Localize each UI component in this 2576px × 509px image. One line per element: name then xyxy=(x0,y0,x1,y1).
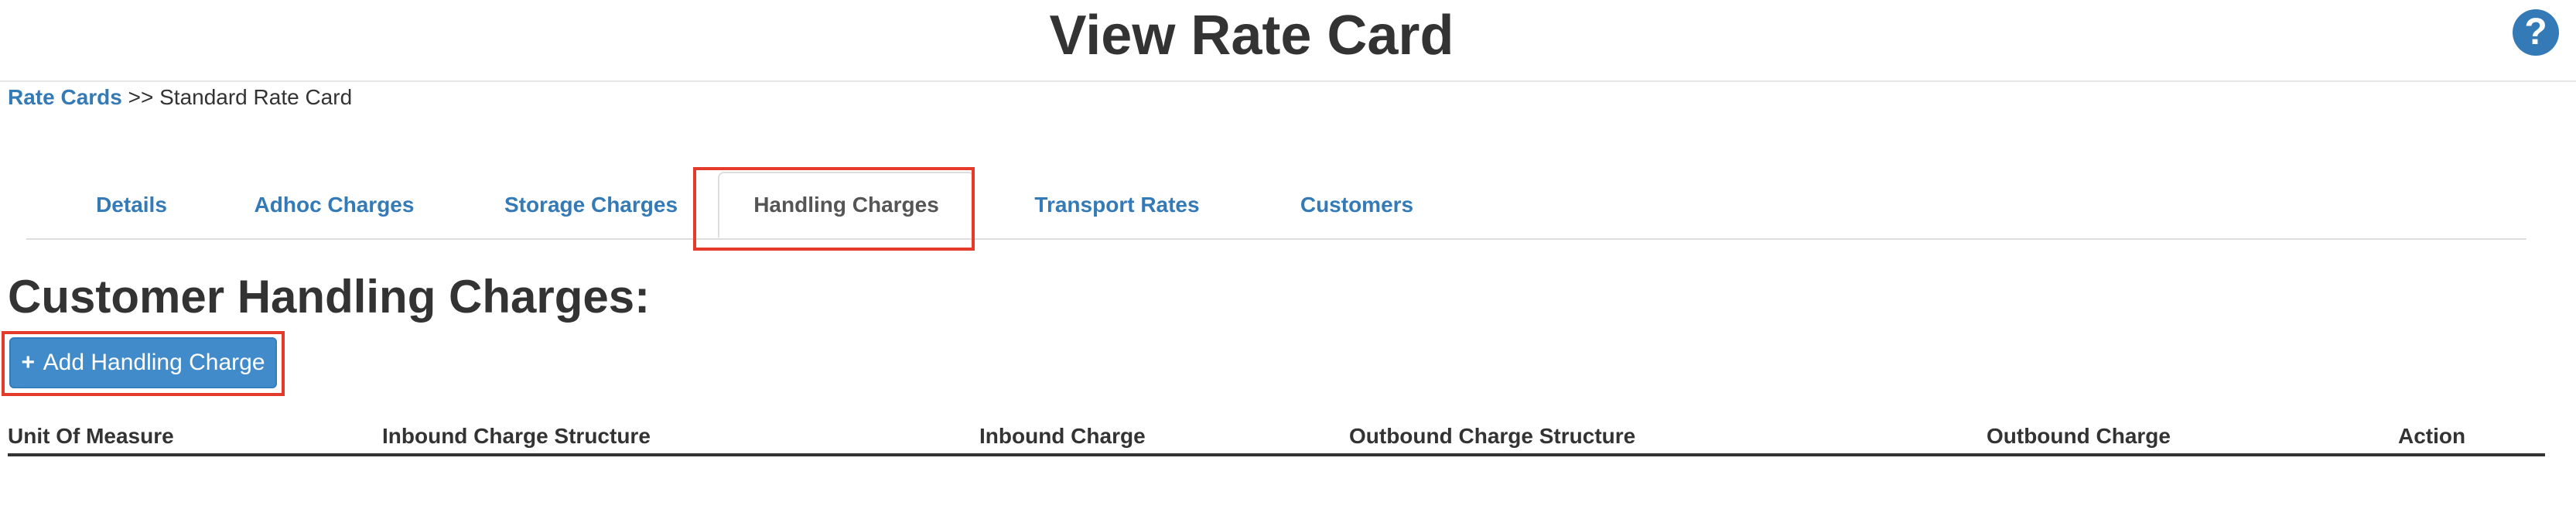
add-handling-charge-button[interactable]: + Add Handling Charge xyxy=(9,337,277,388)
tab-handling-charges[interactable]: Handling Charges xyxy=(718,172,975,238)
handling-charges-table-header: Unit Of Measure Inbound Charge Structure… xyxy=(8,415,2545,456)
tab-details[interactable]: Details xyxy=(54,173,209,237)
tab-customers[interactable]: Customers xyxy=(1256,173,1457,237)
breadcrumb-link-rate-cards[interactable]: Rate Cards xyxy=(8,85,122,109)
column-header-inbound-charge: Inbound Charge xyxy=(979,424,1146,448)
breadcrumb: Rate Cards >> Standard Rate Card xyxy=(8,84,352,111)
tab-storage-charges[interactable]: Storage Charges xyxy=(467,173,715,237)
page-header: View Rate Card ? xyxy=(0,0,2576,82)
add-button-label: Add Handling Charge xyxy=(43,350,265,375)
tab-adhoc-charges[interactable]: Adhoc Charges xyxy=(218,173,450,237)
page-title: View Rate Card xyxy=(1049,5,1454,67)
column-header-inbound-charge-structure: Inbound Charge Structure xyxy=(382,424,651,448)
column-header-outbound-charge: Outbound Charge xyxy=(1987,424,2171,448)
question-circle-icon[interactable]: ? xyxy=(2513,9,2559,56)
tab-bar: Details Adhoc Charges Storage Charges Ha… xyxy=(26,167,2526,240)
column-header-outbound-charge-structure: Outbound Charge Structure xyxy=(1349,424,1636,448)
plus-icon: + xyxy=(21,350,35,375)
column-header-action: Action xyxy=(2398,424,2466,448)
column-header-unit-of-measure: Unit Of Measure xyxy=(8,424,174,448)
tab-transport-rates[interactable]: Transport Rates xyxy=(993,173,1241,237)
breadcrumb-current: Standard Rate Card xyxy=(159,85,353,109)
section-title: Customer Handling Charges: xyxy=(8,271,651,323)
breadcrumb-separator: >> xyxy=(128,85,154,109)
page: View Rate Card ? Rate Cards >> Standard … xyxy=(0,0,2576,509)
